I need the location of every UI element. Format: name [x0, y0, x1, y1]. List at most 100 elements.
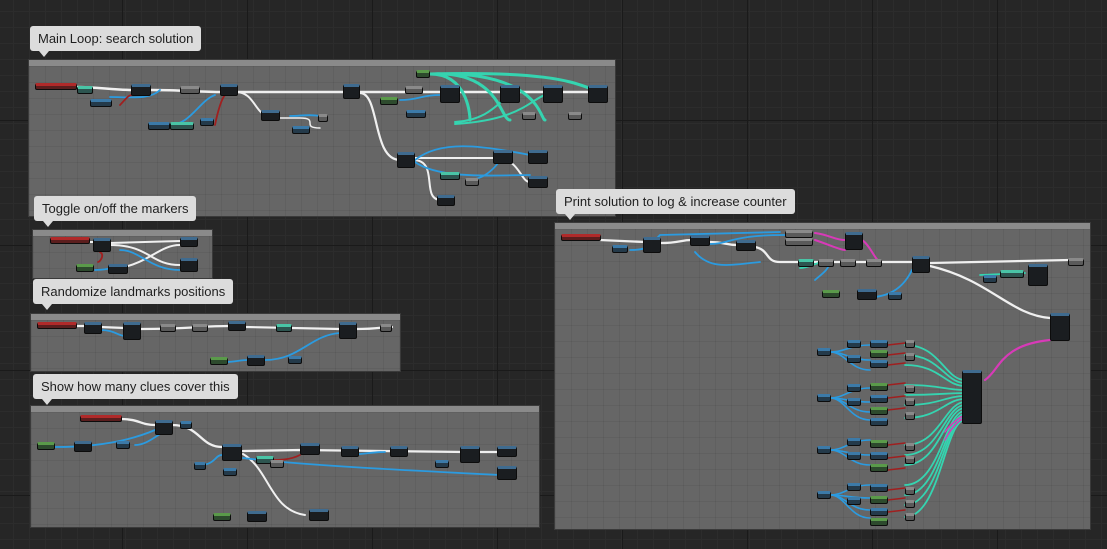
variable-node[interactable] [905, 487, 915, 495]
function-node[interactable] [1050, 313, 1070, 341]
variable-node[interactable] [866, 259, 882, 267]
variable-node[interactable] [210, 357, 228, 365]
variable-node[interactable] [870, 440, 888, 448]
function-node[interactable] [131, 84, 151, 96]
function-node[interactable] [437, 195, 455, 206]
variable-node[interactable] [568, 112, 582, 120]
function-node[interactable] [643, 237, 661, 253]
variable-node[interactable] [840, 259, 856, 267]
variable-node[interactable] [1000, 270, 1024, 278]
function-node[interactable] [1028, 264, 1048, 286]
function-node[interactable] [962, 370, 982, 424]
variable-node[interactable] [76, 264, 94, 272]
variable-node[interactable] [905, 412, 915, 420]
variable-node[interactable] [194, 462, 206, 470]
function-node[interactable] [123, 322, 141, 340]
variable-node[interactable] [870, 508, 888, 516]
variable-node[interactable] [870, 383, 888, 391]
function-node[interactable] [155, 420, 173, 435]
variable-node[interactable] [822, 290, 840, 298]
function-node[interactable] [74, 441, 92, 452]
variable-node[interactable] [870, 350, 888, 358]
event-node[interactable] [37, 322, 77, 329]
variable-node[interactable] [785, 230, 813, 238]
function-node[interactable] [343, 84, 360, 99]
variable-node[interactable] [37, 442, 55, 450]
variable-node[interactable] [170, 122, 194, 130]
variable-node[interactable] [870, 418, 888, 426]
function-node[interactable] [300, 443, 320, 455]
comment-title-randomize-landmarks[interactable]: Randomize landmarks positions [33, 279, 234, 310]
event-node[interactable] [50, 237, 90, 244]
function-node[interactable] [857, 289, 877, 300]
function-node[interactable] [261, 110, 280, 121]
variable-node[interactable] [90, 99, 112, 107]
function-node[interactable] [736, 240, 756, 251]
variable-node[interactable] [405, 86, 423, 94]
variable-node[interactable] [870, 484, 888, 492]
variable-node[interactable] [905, 443, 915, 451]
comment-title-toggle-markers[interactable]: Toggle on/off the markers [34, 196, 197, 227]
variable-node[interactable] [612, 245, 628, 253]
variable-node[interactable] [440, 172, 460, 180]
variable-node[interactable] [380, 324, 392, 332]
function-node[interactable] [220, 84, 238, 96]
variable-node[interactable] [292, 126, 310, 134]
variable-node[interactable] [870, 395, 888, 403]
variable-node[interactable] [180, 421, 192, 429]
function-node[interactable] [247, 355, 265, 366]
variable-node[interactable] [798, 259, 814, 267]
event-node[interactable] [80, 415, 122, 422]
variable-node[interactable] [847, 438, 861, 446]
function-node[interactable] [397, 152, 415, 168]
function-node[interactable] [543, 85, 563, 103]
variable-node[interactable] [905, 385, 915, 393]
function-node[interactable] [341, 446, 359, 457]
function-node[interactable] [497, 446, 517, 457]
variable-node[interactable] [116, 441, 130, 449]
function-node[interactable] [390, 446, 408, 457]
event-node[interactable] [561, 234, 601, 241]
variable-node[interactable] [380, 97, 398, 105]
variable-node[interactable] [318, 114, 328, 122]
variable-node[interactable] [148, 122, 170, 130]
variable-node[interactable] [817, 446, 831, 454]
comment-box-print-solution[interactable] [555, 223, 1090, 529]
variable-node[interactable] [270, 460, 284, 468]
function-node[interactable] [460, 446, 480, 463]
variable-node[interactable] [522, 112, 536, 120]
variable-node[interactable] [905, 398, 915, 406]
variable-node[interactable] [847, 384, 861, 392]
event-node[interactable] [35, 83, 77, 90]
function-node[interactable] [690, 235, 710, 246]
function-node[interactable] [500, 85, 520, 103]
variable-node[interactable] [818, 259, 834, 267]
variable-node[interactable] [905, 513, 915, 521]
variable-node[interactable] [870, 464, 888, 472]
variable-node[interactable] [288, 356, 302, 364]
variable-node[interactable] [200, 118, 214, 126]
variable-node[interactable] [817, 348, 831, 356]
function-node[interactable] [222, 444, 242, 461]
variable-node[interactable] [905, 456, 915, 464]
variable-node[interactable] [870, 407, 888, 415]
variable-node[interactable] [905, 340, 915, 348]
variable-node[interactable] [213, 513, 231, 521]
variable-node[interactable] [406, 110, 426, 118]
variable-node[interactable] [847, 452, 861, 460]
variable-node[interactable] [192, 324, 208, 332]
variable-node[interactable] [870, 340, 888, 348]
function-node[interactable] [845, 232, 863, 250]
function-node[interactable] [497, 466, 517, 480]
function-node[interactable] [912, 256, 930, 273]
variable-node[interactable] [180, 86, 200, 94]
comment-title-show-clues[interactable]: Show how many clues cover this [33, 374, 238, 405]
function-node[interactable] [84, 322, 102, 334]
variable-node[interactable] [465, 178, 479, 186]
function-node[interactable] [93, 238, 111, 252]
variable-node[interactable] [905, 353, 915, 361]
function-node[interactable] [108, 264, 128, 274]
variable-node[interactable] [817, 491, 831, 499]
variable-node[interactable] [276, 324, 292, 332]
variable-node[interactable] [416, 70, 430, 78]
